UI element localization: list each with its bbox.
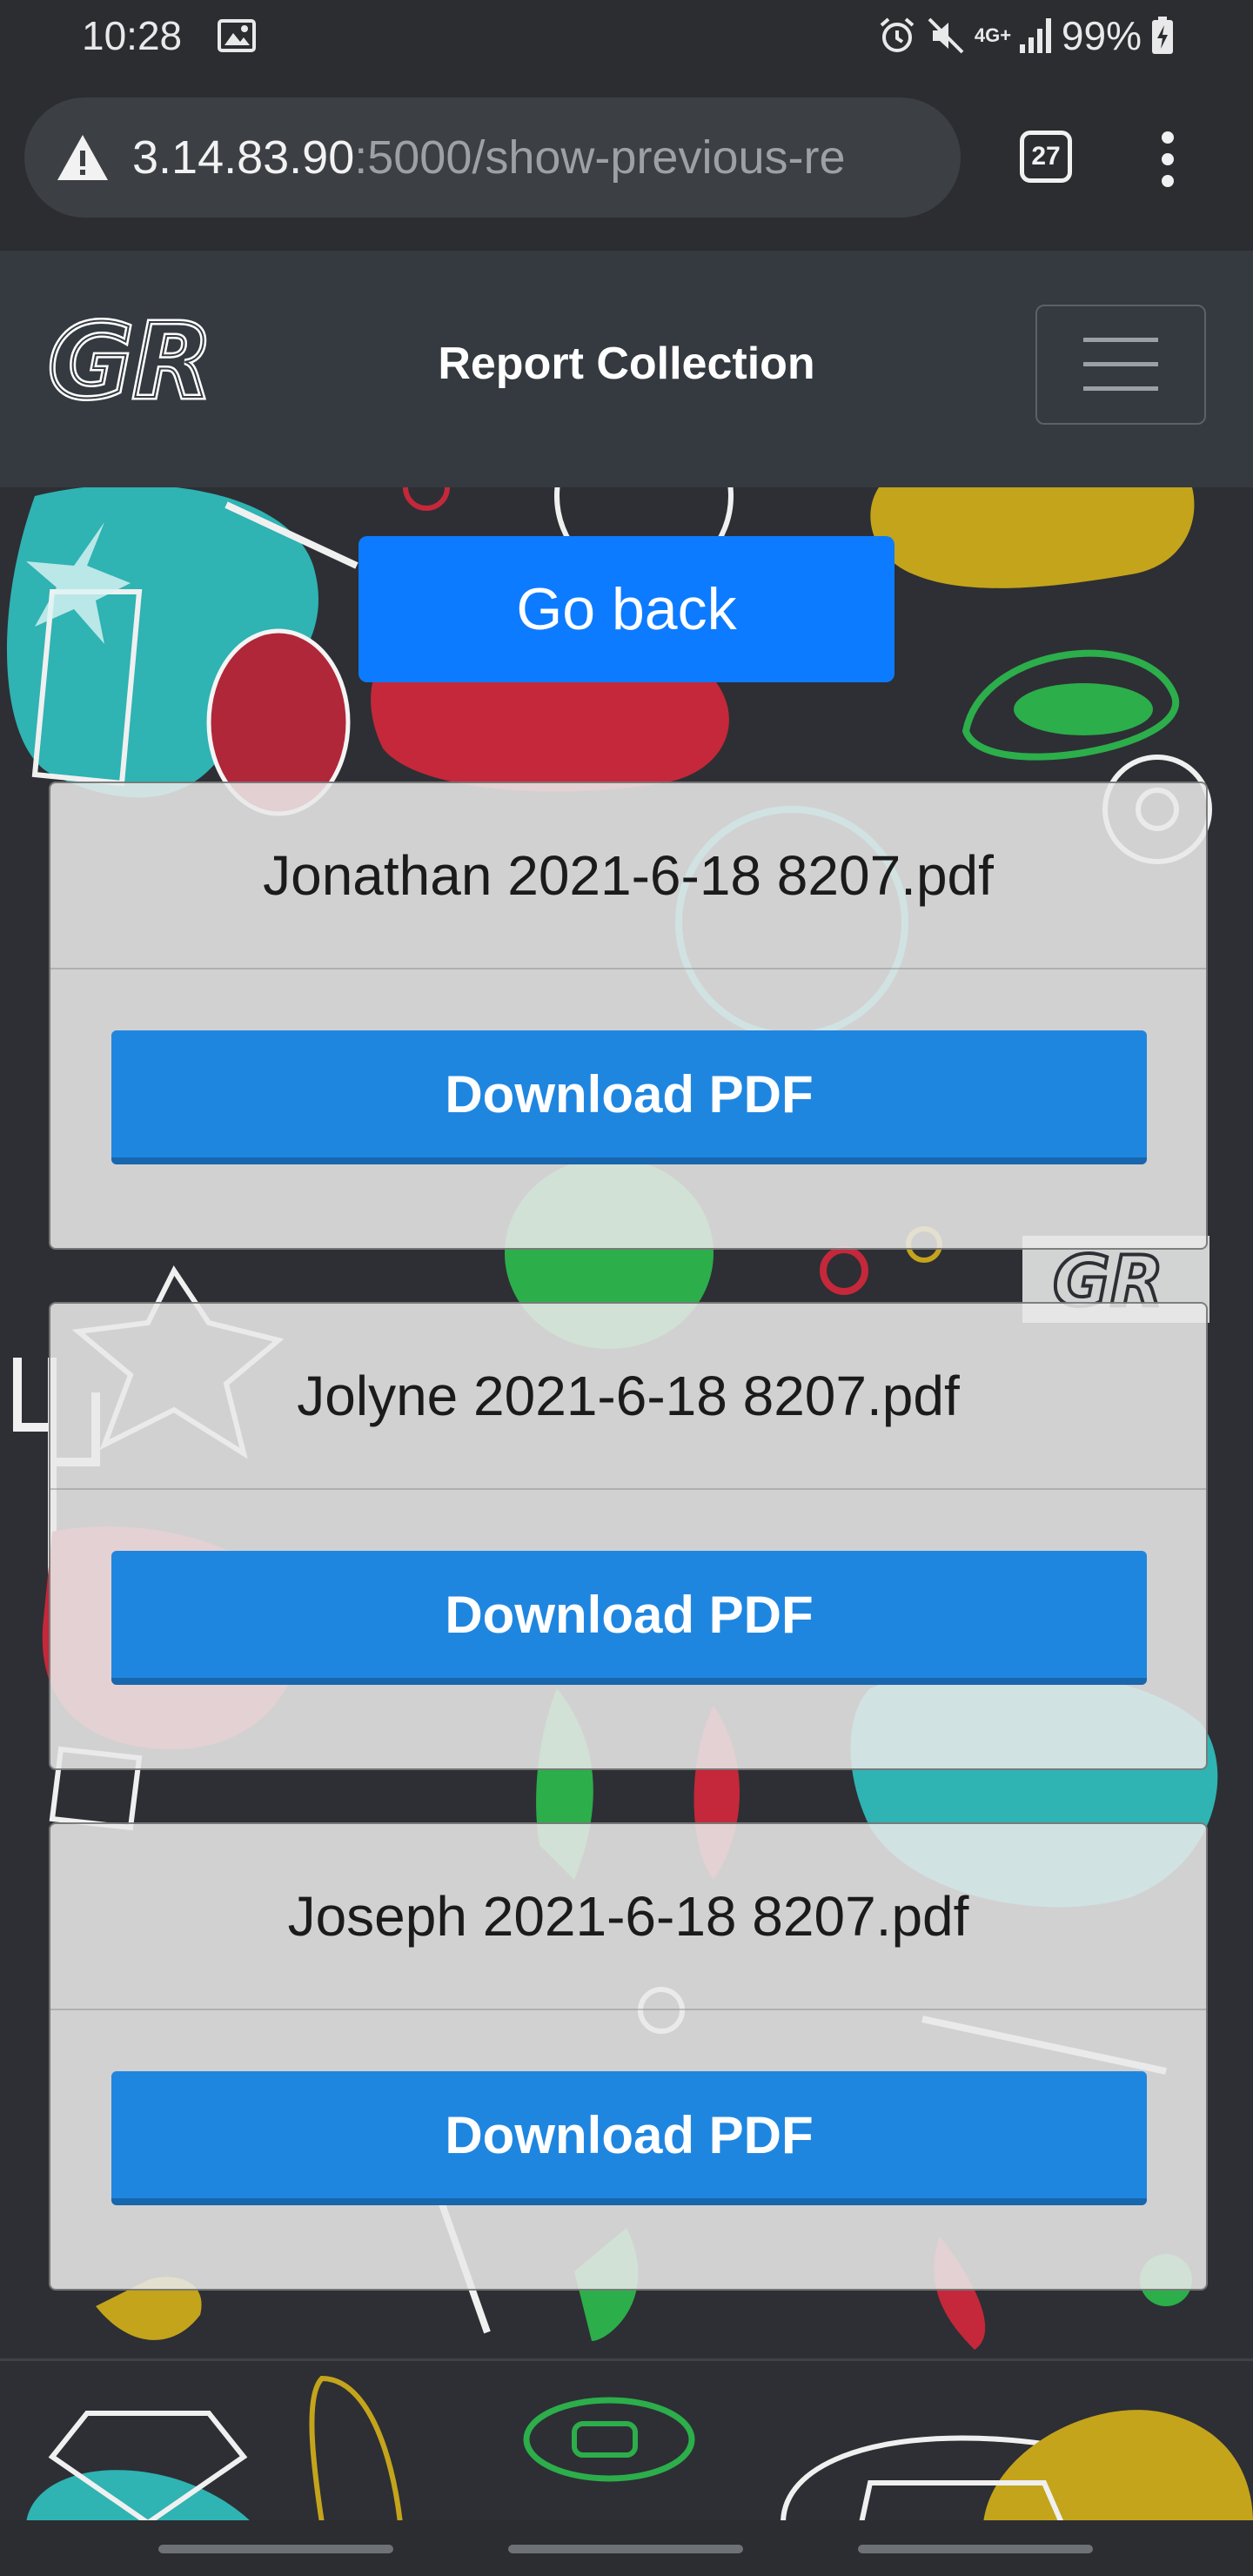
report-filename: Jonathan 2021-6-18 8207.pdf [50, 783, 1206, 969]
mute-icon [928, 17, 964, 54]
download-pdf-button[interactable]: Download PDF [111, 2071, 1147, 2205]
status-time: 10:28 [82, 13, 183, 58]
address-bar[interactable]: 3.14.83.90:5000/show-previous-re [24, 97, 961, 218]
report-card-jolyne: Jolyne 2021-6-18 8207.pdf Download PDF [49, 1302, 1208, 1770]
page-footer [0, 2358, 1253, 2520]
tab-switcher-button[interactable]: 27 [1020, 131, 1072, 183]
main-content: GR Go back Jonathan 2021-6-18 8207.pdf D… [0, 487, 1253, 2358]
go-back-button[interactable]: Go back [358, 536, 895, 682]
hamburger-icon [1083, 338, 1158, 391]
alarm-icon [880, 17, 915, 52]
download-pdf-button[interactable]: Download PDF [111, 1030, 1147, 1164]
report-filename: Jolyne 2021-6-18 8207.pdf [50, 1304, 1206, 1490]
url-host: 3.14.83.90 [132, 131, 355, 184]
home-gesture[interactable] [508, 2545, 743, 2553]
status-bar: 10:28 4G+ 99% [0, 0, 1253, 73]
network-type: 4G+ [974, 24, 1012, 46]
status-icons: 4G+ 99% [877, 12, 1175, 59]
phone-screen: 10:28 4G+ 99% 3.14.83.90:5000/show-previ… [0, 0, 1253, 2576]
report-filename: Joseph 2021-6-18 8207.pdf [50, 1824, 1206, 2010]
recent-apps-gesture[interactable] [158, 2545, 393, 2553]
more-options-icon[interactable] [1150, 131, 1185, 188]
report-card-jonathan: Jonathan 2021-6-18 8207.pdf Download PDF [49, 782, 1208, 1250]
battery-percent: 99% [1061, 13, 1142, 58]
url-path: :5000/show-previous-re [354, 131, 846, 184]
system-navigation-bar [0, 2520, 1253, 2576]
navbar-menu-toggle[interactable] [1035, 305, 1206, 425]
back-gesture[interactable] [858, 2545, 1093, 2553]
gallery-notification-icon [218, 19, 256, 52]
url-text[interactable]: 3.14.83.90:5000/show-previous-re [132, 131, 846, 184]
signal-icon [1019, 18, 1051, 53]
battery-charging-icon [1152, 17, 1173, 54]
download-pdf-button[interactable]: Download PDF [111, 1551, 1147, 1685]
warning-icon[interactable] [56, 133, 110, 182]
footer-doodles [26, 2375, 1253, 2520]
report-card-joseph: Joseph 2021-6-18 8207.pdf Download PDF [49, 1822, 1208, 2291]
browser-toolbar: 3.14.83.90:5000/show-previous-re 27 [0, 73, 1253, 251]
site-navbar: GR GR Report Collection [0, 251, 1253, 487]
